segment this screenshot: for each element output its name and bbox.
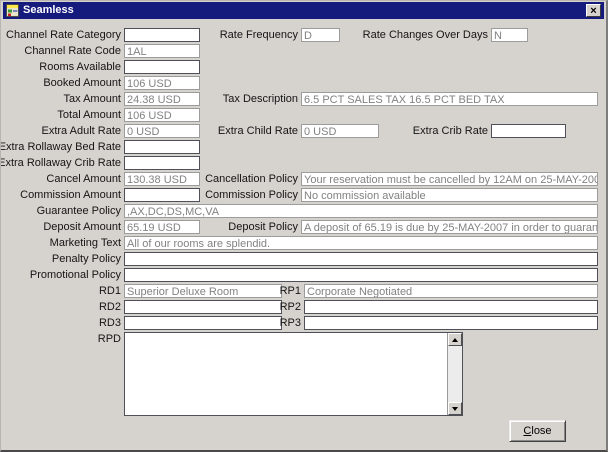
extra-rollaway-bed-rate-label: Extra Rollaway Bed Rate — [0, 140, 121, 154]
titlebar[interactable]: Seamless × — [3, 2, 604, 19]
titlebar-close-icon[interactable]: × — [586, 4, 601, 17]
rooms-available-field[interactable] — [124, 60, 200, 74]
close-button[interactable]: Close — [509, 420, 566, 442]
channel-rate-code-field[interactable]: 1AL — [124, 44, 200, 58]
commission-policy-field[interactable]: No commission available — [301, 188, 598, 202]
channel-rate-code-label: Channel Rate Code — [0, 44, 121, 58]
rpd-label: RPD — [0, 332, 121, 346]
extra-crib-rate-field[interactable] — [491, 124, 566, 138]
booked-amount-field[interactable]: 106 USD — [124, 76, 200, 90]
rate-frequency-label: Rate Frequency — [78, 28, 298, 42]
booked-amount-label: Booked Amount — [0, 76, 121, 90]
marketing-text-label: Marketing Text — [0, 236, 121, 250]
rp3-label: RP3 — [81, 316, 301, 330]
promotional-policy-label: Promotional Policy — [0, 268, 121, 282]
rp2-label: RP2 — [81, 300, 301, 314]
total-amount-field[interactable]: 106 USD — [124, 108, 200, 122]
cancellation-policy-field[interactable]: Your reservation must be cancelled by 12… — [301, 172, 598, 186]
app-form-icon — [6, 4, 19, 17]
tax-description-field[interactable]: 6.5 PCT SALES TAX 16.5 PCT BED TAX — [301, 92, 598, 106]
guarantee-policy-label: Guarantee Policy — [0, 204, 121, 218]
rpd-vertical-scrollbar[interactable] — [447, 333, 462, 415]
penalty-policy-field[interactable] — [124, 252, 598, 266]
rate-changes-over-days-field[interactable]: N — [491, 28, 528, 42]
close-button-label: Close — [523, 425, 551, 437]
seamless-dialog: Seamless × Close Channel Rate CategoryRa… — [0, 0, 608, 452]
deposit-policy-field[interactable]: A deposit of 65.19 is due by 25-MAY-2007… — [301, 220, 598, 234]
rp2-field[interactable] — [304, 300, 598, 314]
promotional-policy-field[interactable] — [124, 268, 598, 282]
rp3-field[interactable] — [304, 316, 598, 330]
deposit-policy-label: Deposit Policy — [78, 220, 298, 234]
rp1-field[interactable]: Corporate Negotiated — [304, 284, 598, 298]
scroll-down-icon[interactable] — [448, 402, 462, 415]
commission-policy-label: Commission Policy — [78, 188, 298, 202]
extra-child-rate-label: Extra Child Rate — [78, 124, 298, 138]
extra-crib-rate-label: Extra Crib Rate — [268, 124, 488, 138]
penalty-policy-label: Penalty Policy — [0, 252, 121, 266]
rate-changes-over-days-label: Rate Changes Over Days — [268, 28, 488, 42]
window-title: Seamless — [23, 2, 74, 19]
total-amount-label: Total Amount — [0, 108, 121, 122]
extra-rollaway-bed-rate-field[interactable] — [124, 140, 200, 154]
rp1-label: RP1 — [81, 284, 301, 298]
marketing-text-field[interactable]: All of our rooms are splendid. — [124, 236, 598, 250]
cancellation-policy-label: Cancellation Policy — [78, 172, 298, 186]
tax-description-label: Tax Description — [78, 92, 298, 106]
scroll-up-icon[interactable] — [448, 333, 462, 346]
rooms-available-label: Rooms Available — [0, 60, 121, 74]
extra-rollaway-crib-rate-label: Extra Rollaway Crib Rate — [0, 156, 121, 170]
extra-rollaway-crib-rate-field[interactable] — [124, 156, 200, 170]
rpd-field[interactable] — [124, 332, 463, 416]
guarantee-policy-field[interactable]: ,AX,DC,DS,MC,VA — [124, 204, 598, 218]
